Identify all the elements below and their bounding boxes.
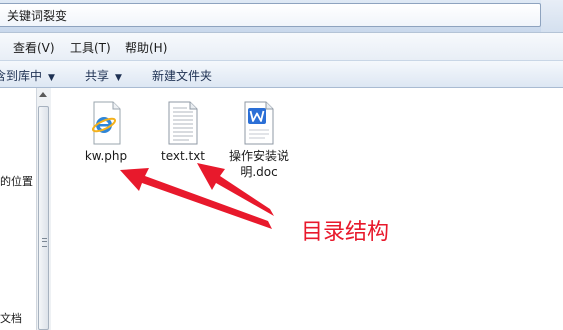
- scroll-up-icon[interactable]: [39, 92, 47, 97]
- file-name-label: kw.php: [84, 149, 128, 163]
- explorer-window: 关键词裂变 查看(V) 工具(T) 帮助(H) 含到库中 ▼ 共享 ▼ 新建文件夹 …: [0, 0, 563, 330]
- nav-scrollbar[interactable]: [36, 88, 51, 330]
- menu-view[interactable]: 查看(V): [13, 39, 55, 56]
- share-label: 共享: [85, 69, 110, 83]
- file-kw-php[interactable]: kw.php: [66, 100, 146, 170]
- dropdown-arrow-icon: ▼: [48, 73, 55, 83]
- navigation-pane: 的位置 文档: [0, 88, 36, 330]
- annotation-label: 目录结构: [301, 220, 390, 245]
- word-document-icon: [244, 101, 274, 145]
- menu-bar: 查看(V) 工具(T) 帮助(H): [0, 32, 563, 60]
- scroll-thumb[interactable]: [38, 106, 49, 330]
- search-box-edge[interactable]: [541, 0, 563, 32]
- window-title: 关键词裂变: [7, 9, 68, 23]
- include-in-library-label: 含到库中: [0, 69, 43, 83]
- menu-help[interactable]: 帮助(H): [125, 39, 167, 56]
- file-name-label: text.txt: [160, 149, 205, 163]
- file-text-txt[interactable]: text.txt: [143, 100, 223, 170]
- share-button[interactable]: 共享 ▼: [85, 67, 122, 84]
- nav-item-locations[interactable]: 的位置: [0, 173, 33, 189]
- nav-item-documents[interactable]: 文档: [0, 310, 22, 326]
- internet-explorer-file-icon: [91, 101, 121, 145]
- command-toolbar: 含到库中 ▼ 共享 ▼ 新建文件夹: [0, 60, 563, 88]
- file-name-label-line1: 操作安装说: [228, 149, 289, 163]
- new-folder-button[interactable]: 新建文件夹: [152, 67, 212, 84]
- file-name-label-line2: 明.doc: [240, 165, 278, 179]
- file-install-doc[interactable]: 操作安装说 明.doc: [219, 100, 299, 180]
- address-bar-area: 关键词裂变: [0, 0, 563, 32]
- include-in-library-button[interactable]: 含到库中 ▼: [0, 67, 55, 84]
- address-bar[interactable]: 关键词裂变: [0, 3, 541, 27]
- scroll-grip-icon: [42, 238, 47, 247]
- menu-tools[interactable]: 工具(T): [70, 39, 111, 56]
- dropdown-arrow-icon: ▼: [115, 73, 122, 83]
- text-document-icon: [168, 101, 198, 145]
